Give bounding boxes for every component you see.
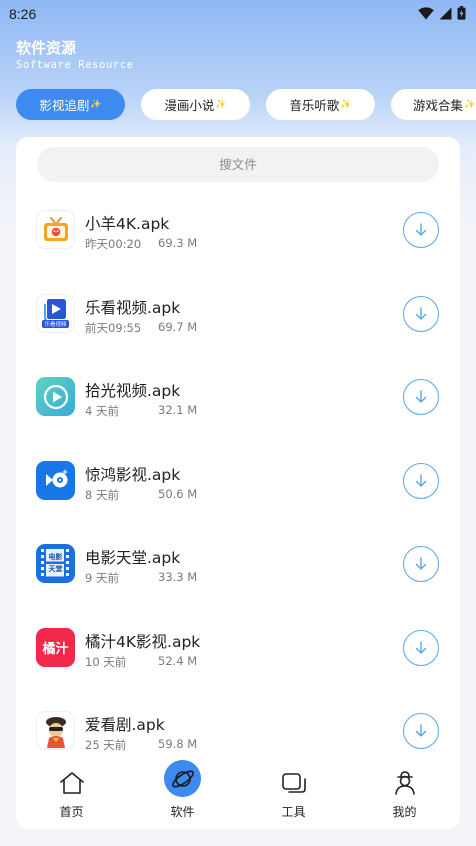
file-list: 小羊4K.apk 昨天00:20 69.3 M 乐看视频 乐看视频.apk 前天… [16,195,460,780]
file-time: 9 天前 [85,571,119,585]
tab-label: 游戏合集 [413,98,464,113]
tab-label: 影视追剧 [39,98,90,113]
file-name: 拾光视频.apk [85,382,181,400]
download-icon [415,724,427,737]
file-list-card: 小羊4K.apk 昨天00:20 69.3 M 乐看视频 乐看视频.apk 前天… [16,137,460,829]
page-title: 软件资源 [16,39,77,57]
nav-label: 软件 [170,805,195,819]
status-time: 8:26 [9,6,37,22]
file-size: 50.6 M [158,486,198,501]
sparkle-icon: ✨ [215,99,227,110]
tab-label: 漫画小说 [164,98,215,113]
list-item[interactable]: 橘汁 橘汁4K影视.apk 10 天前 52.4 M [16,613,460,697]
download-button[interactable] [403,295,439,332]
download-icon [415,306,427,320]
sparkle-icon: ✨ [90,99,102,110]
file-size: 52.4 M [158,653,198,668]
file-size: 32.1 M [158,403,198,417]
tab-comics[interactable]: 漫画小说 ✨ [141,89,250,120]
file-name: 橘汁4K影视.apk [85,632,201,651]
file-name: 电影天堂.apk [85,549,181,567]
file-size: 33.3 M [158,570,198,584]
nav-home[interactable]: 首页 [16,759,127,829]
nav-tools[interactable]: 工具 [238,759,349,829]
download-button[interactable] [403,462,439,499]
app-icon-caption: 乐看视频 [42,320,69,328]
nav-software[interactable]: 软件 [127,759,238,829]
file-name: 乐看视频.apk [85,298,181,317]
file-size: 69.7 M [158,319,198,334]
file-time: 10 天前 [85,654,127,669]
sparkle-icon: ✨ [340,99,352,110]
list-item[interactable]: 电影 天堂 电影天堂.apk 9 天前 33.3 M [16,529,460,613]
wifi-icon [418,5,434,24]
app-icon-caption: 橘汁 [42,641,69,657]
list-item[interactable]: 小羊4K.apk 昨天00:20 69.3 M [16,195,460,279]
profile-icon [391,769,419,797]
download-icon [415,473,427,487]
app-icon-caption: 电影 [48,553,63,561]
nav-label: 我的 [392,805,417,819]
download-button[interactable] [403,379,439,415]
search-input[interactable] [37,147,439,182]
page-subtitle: Software Resource [16,59,134,71]
list-item[interactable]: 惊鸿影视.apk 8 天前 50.6 M [16,446,460,530]
nav-profile[interactable]: 我的 [349,759,460,829]
tools-icon [280,769,308,797]
download-button[interactable] [403,629,439,666]
disc-app-icon [36,460,75,500]
download-icon [415,223,427,236]
film-app-icon: 电影 天堂 [36,544,75,583]
file-time: 昨天00:20 [85,237,142,251]
status-bar: 8:26 [0,0,476,28]
battery-icon [457,5,466,24]
list-item[interactable]: 拾光视频.apk 4 天前 32.1 M [16,362,460,446]
nav-label: 首页 [59,805,84,819]
file-time: 前天09:55 [85,320,142,335]
file-time: 25 天前 [85,738,127,752]
tv-app-icon [36,210,75,249]
list-item[interactable]: 乐看视频 乐看视频.apk 前天09:55 69.7 M [16,279,460,363]
home-icon [58,769,86,797]
play-app-icon: 乐看视频 [36,293,75,333]
file-time: 4 天前 [85,404,119,418]
tab-movies[interactable]: 影视追剧 ✨ [16,89,125,120]
file-size: 69.3 M [158,236,198,250]
file-name: 惊鸿影视.apk [85,465,181,484]
signal-icon [439,5,452,24]
planet-icon [164,760,201,797]
tab-games[interactable]: 游戏合集 ✨ [391,89,476,120]
nav-label: 工具 [281,805,306,819]
file-name: 小羊4K.apk [85,215,170,233]
download-icon [415,640,427,654]
category-tabs: 影视追剧 ✨ 漫画小说 ✨ 音乐听歌 ✨ 游戏合集 ✨ [16,89,476,121]
file-time: 8 天前 [85,487,119,502]
character-app-icon [36,711,75,750]
sparkle-icon: ✨ [464,99,476,110]
tab-label: 音乐听歌 [289,98,340,113]
status-icons [418,5,466,24]
download-button[interactable] [403,713,439,749]
download-button[interactable] [403,546,439,582]
circle-play-app-icon [36,377,75,416]
download-button[interactable] [403,212,439,248]
orange-juice-app-icon: 橘汁 [36,627,75,667]
file-name: 爱看剧.apk [85,716,165,734]
download-icon [415,557,427,570]
tab-music[interactable]: 音乐听歌 ✨ [266,89,375,120]
bottom-nav: 首页 软件 工具 我的 [16,759,460,829]
file-size: 59.8 M [158,737,198,751]
app-icon-caption: 天堂 [48,565,63,573]
download-icon [415,390,427,403]
